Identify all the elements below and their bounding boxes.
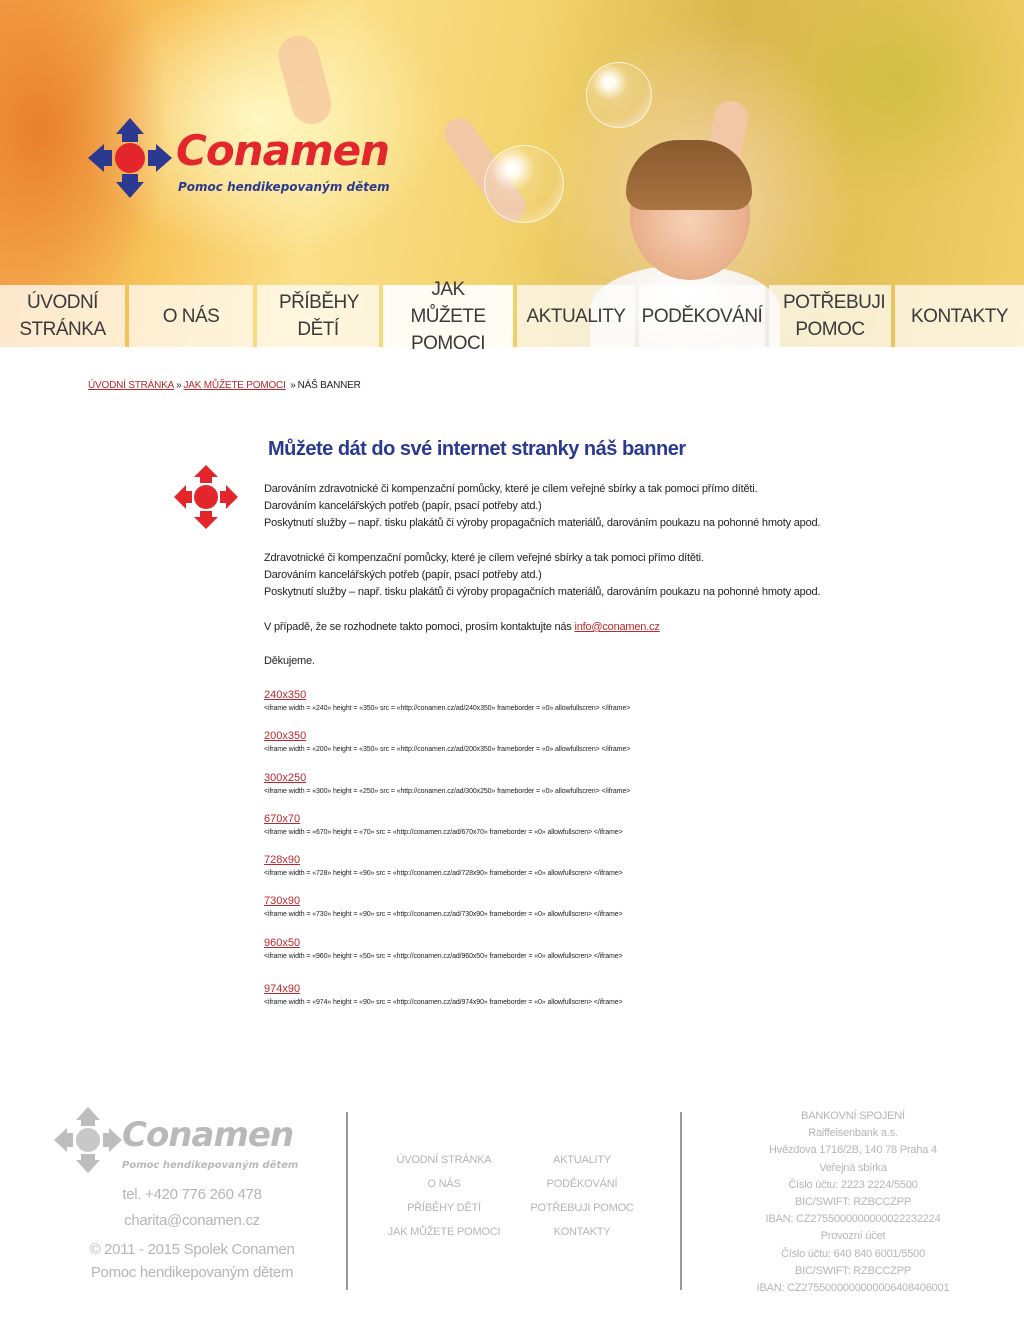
bank-line: IBAN: CZ2755000000000022232224 [765,1213,941,1226]
banner-size-link[interactable]: 240x350 [264,689,306,701]
main-nav: ÚVODNÍ STRÁNKA O NÁS PŘÍBĚHY DĚTÍ JAK MŮ… [0,279,1024,354]
footer-link-podekovani[interactable]: PODĚKOVÁNÍ [522,1178,642,1190]
banner-size-link[interactable]: 730x90 [264,895,300,907]
bank-line: Provozní účet [820,1230,886,1243]
bank-line: Raiffeisenbank a.s. [808,1127,898,1140]
nav-label: ÚVODNÍ STRÁNKA [19,292,106,340]
banner-embed-code: <iframe width = «730» height = «90» src … [264,911,623,918]
banner-embed-code: <iframe width = «728» height = «90» src … [264,870,623,877]
contact-email-link[interactable]: info@conamen.cz [574,621,659,633]
nav-label: KONTAKTY [911,305,1009,327]
banner-embed-code: <iframe width = «974» height = «90» src … [264,999,623,1006]
arrows-logo-icon [174,465,238,529]
nav-label: PŘÍBĚHY DĚTÍ [279,292,359,340]
nav-item-potrebuji-pomoc[interactable]: POTŘEBUJI POMOC [769,285,891,347]
hero-hand [274,31,336,129]
bank-line: BIC/SWIFT: RZBCCZPP [795,1196,911,1209]
nav-label: POTŘEBUJI POMOC [783,292,886,340]
bank-line: BIC/SWIFT: RZBCCZPP [795,1264,911,1277]
contact-text: V případě, že se rozhodnete takto pomoci… [264,621,575,633]
nav-label: O NÁS [162,305,220,327]
text-line: Poskytnutí služby – např. tisku plakátů … [264,586,821,598]
logo-brand-name: Conamen [176,126,390,175]
footer-copyright: © 2011 - 2015 Spolek Conamen [89,1241,295,1258]
page-title: Můžete dát do své internet stranky náš b… [268,438,686,460]
text-line: Poskytnutí služby – např. tisku plakátů … [264,517,821,529]
banner-size-link[interactable]: 670x70 [264,813,300,825]
nav-item-kontakty[interactable]: KONTAKTY [895,285,1024,347]
footer-divider [346,1112,348,1290]
footer-link-pribehy-deti[interactable]: PŘÍBĚHY DĚTÍ [374,1202,514,1214]
banner-embed-code: <iframe width = «240» height = «350» src… [264,705,631,712]
bubble [484,145,564,223]
footer-email[interactable]: charita@conamen.cz [70,1212,314,1229]
bubble [586,62,652,128]
nav-item-o-nas[interactable]: O NÁS [129,285,253,347]
breadcrumb-home-link[interactable]: ÚVODNÍ STRÁNKA [88,380,174,391]
footer-tagline: Pomoc hendikepovaným dětem [90,1264,294,1281]
bank-line: Hvězdova 1716/2B, 140 78 Praha 4 [769,1144,937,1157]
banner-embed-code: <iframe width = «670» height = «70» src … [264,829,623,836]
bank-line: Veřejná sbírka [819,1161,887,1174]
nav-label: JAK MŮŽETE POMOCI [410,278,486,354]
footer-divider [680,1112,682,1290]
nav-item-jak-muzete-pomoci[interactable]: JAK MŮŽETE POMOCI [383,279,513,354]
nav-item-uvodni-stranka[interactable]: ÚVODNÍ STRÁNKA [0,285,125,347]
footer-link-uvodni-stranka[interactable]: ÚVODNÍ STRÁNKA [374,1154,514,1166]
logo-arrows-icon [88,118,172,198]
bank-details: BANKOVNÍ SPOJENÍ Raiffeisenbank a.s. Hvě… [724,1108,982,1297]
footer-logo[interactable]: Conamen Pomoc hendikepovaným dětem [54,1107,314,1173]
banner-embed-code: <iframe width = «300» height = «250» src… [264,788,631,795]
footer-link-aktuality[interactable]: AKTUALITY [522,1154,642,1166]
footer-logo-tagline: Pomoc hendikepovaným dětem [122,1160,299,1171]
breadcrumb-separator: » [176,380,182,391]
breadcrumb: ÚVODNÍ STRÁNKA» JAK MŮŽETE POMOCI » NÁŠ BA… [88,380,361,391]
intro-paragraph: Darováním zdravotnické či kompenzační po… [264,481,864,532]
text-line: Darováním kancelářských potřeb (papír, p… [264,569,542,581]
second-paragraph: Zdravotnické či kompenzační pomůcky, kte… [264,550,864,601]
footer-link-potrebuji-pomoc[interactable]: POTŘEBUJI POMOC [522,1202,642,1214]
footer-phone[interactable]: tel. +420 776 260 478 [70,1186,314,1203]
text-line: Darováním kancelářských potřeb (papír, p… [264,500,542,512]
banner-size-link[interactable]: 728x90 [264,854,300,866]
footer-link-o-nas[interactable]: O NÁS [374,1178,514,1190]
nav-label: PODĚKOVÁNÍ [641,305,763,327]
banner-size-link[interactable]: 200x350 [264,730,306,742]
breadcrumb-parent-link[interactable]: JAK MŮŽETE POMOCI [183,380,285,391]
nav-item-pribehy-deti[interactable]: PŘÍBĚHY DĚTÍ [257,285,379,347]
text-line: Darováním zdravotnické či kompenzační po… [264,483,758,495]
site-logo[interactable]: Conamen Pomoc hendikepovaným dětem [88,118,418,198]
breadcrumb-separator: » [290,380,296,391]
bank-heading: BANKOVNÍ SPOJENÍ [801,1110,905,1122]
footer-brand-name: Conamen [122,1115,294,1155]
footer-link-kontakty[interactable]: KONTAKTY [522,1226,642,1238]
footer-link-jak-muzete-pomoci[interactable]: JAK MŮŽETE POMOCI [374,1226,514,1238]
nav-item-aktuality[interactable]: AKTUALITY [517,285,635,347]
nav-label: AKTUALITY [526,305,626,327]
text-line: Zdravotnické či kompenzační pomůcky, kte… [264,552,704,564]
banner-size-link[interactable]: 300x250 [264,772,306,784]
banner-embed-code: <iframe width = «960» height = «50» src … [264,953,623,960]
footer-logo-arrows-icon [54,1107,122,1173]
logo-tagline: Pomoc hendikepovaným dětem [178,180,390,194]
banner-embed-code: <iframe width = «200» height = «350» src… [264,746,631,753]
breadcrumb-current: NÁŠ BANNER [297,380,361,391]
nav-item-podekovani[interactable]: PODĚKOVÁNÍ [639,285,765,347]
bank-line: Číslo účtu: 640 840 6001/5500 [780,1247,926,1260]
bank-line: IBAN: CZ2755000000000006408406001 [756,1282,950,1295]
banner-size-link[interactable]: 974x90 [264,983,300,995]
contact-paragraph: V případě, že se rozhodnete takto pomoci… [264,619,864,636]
banner-size-link[interactable]: 960x50 [264,937,300,949]
thanks-text: Děkujeme. [264,655,315,667]
bank-line: Číslo účtu: 2223 2224/5500 [788,1178,918,1191]
